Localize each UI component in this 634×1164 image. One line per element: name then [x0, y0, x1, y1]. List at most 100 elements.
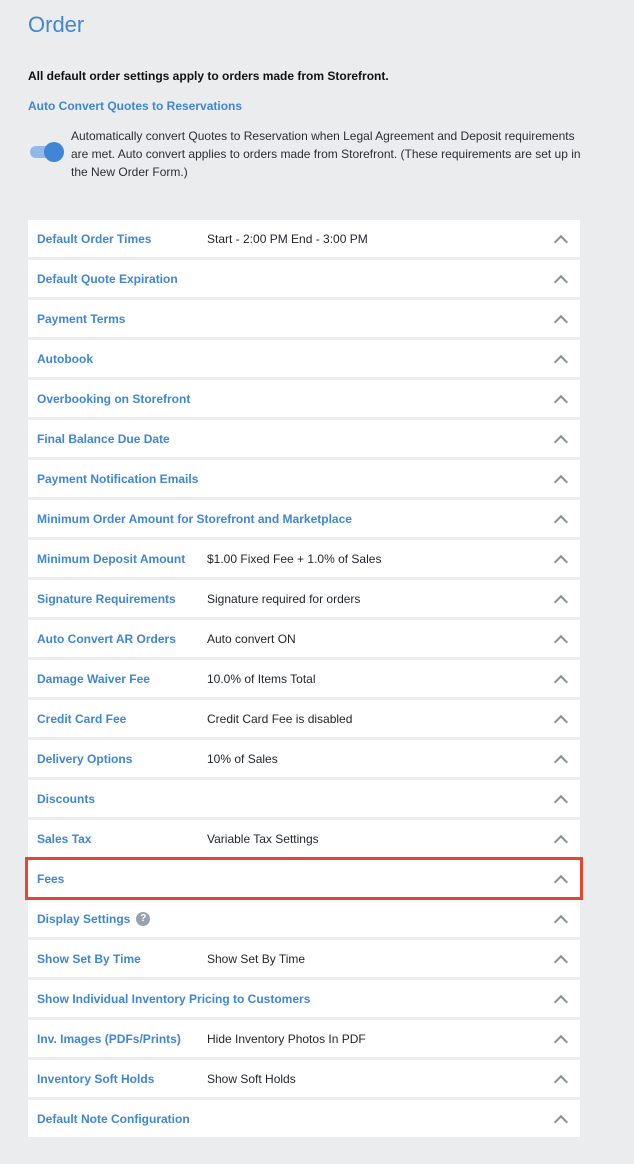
- setting-label-text: Autobook: [37, 351, 93, 366]
- intro-text: All default order settings apply to orde…: [28, 69, 389, 83]
- setting-label-text: Fees: [37, 871, 65, 886]
- setting-label: Auto Convert AR Orders: [37, 632, 176, 646]
- chevron-up-icon[interactable]: [553, 954, 569, 969]
- setting-label: Show Individual Inventory Pricing to Cus…: [37, 992, 310, 1006]
- chevron-up-icon[interactable]: [553, 634, 569, 649]
- chevron-up-icon[interactable]: [553, 554, 569, 569]
- setting-label-text: Default Order Times: [37, 231, 152, 246]
- setting-row[interactable]: Default Order Times Start - 2:00 PM End -…: [28, 220, 580, 257]
- chevron-up-icon[interactable]: [553, 394, 569, 409]
- setting-label-text: Discounts: [37, 791, 96, 806]
- setting-label: Signature Requirements: [37, 592, 176, 606]
- auto-convert-description: Automatically convert Quotes to Reservat…: [71, 129, 581, 179]
- setting-row[interactable]: Credit Card Fee Credit Card Fee is disabl…: [28, 700, 580, 737]
- chevron-up-icon[interactable]: [553, 474, 569, 489]
- chevron-up-icon[interactable]: [553, 354, 569, 369]
- setting-label: Inv. Images (PDFs/Prints): [37, 1032, 181, 1046]
- setting-label: Default Note Configuration: [37, 1112, 190, 1126]
- setting-row[interactable]: Minimum Deposit Amount $1.00 Fixed Fee + …: [28, 540, 580, 577]
- help-icon[interactable]: ?: [136, 911, 151, 926]
- toggle-knob: [44, 142, 64, 162]
- chevron-up-icon[interactable]: [553, 234, 569, 249]
- chevron-up-icon[interactable]: [553, 434, 569, 449]
- setting-row[interactable]: Delivery Options 10% of Sales: [28, 740, 580, 777]
- setting-label: Final Balance Due Date: [37, 432, 170, 446]
- chevron-up-icon[interactable]: [553, 594, 569, 609]
- setting-row[interactable]: Discounts: [28, 780, 580, 817]
- setting-row[interactable]: Inventory Soft Holds Show Soft Holds: [28, 1060, 580, 1097]
- setting-label: Delivery Options: [37, 752, 132, 766]
- setting-label: Autobook: [37, 352, 93, 366]
- chevron-up-icon[interactable]: [553, 1114, 569, 1129]
- setting-row[interactable]: Sales Tax Variable Tax Settings: [28, 820, 580, 857]
- setting-label: Credit Card Fee: [37, 712, 126, 726]
- setting-label: Damage Waiver Fee: [37, 672, 150, 686]
- setting-label: Display Settings?: [37, 911, 151, 926]
- chevron-up-icon[interactable]: [553, 754, 569, 769]
- chevron-up-icon[interactable]: [553, 274, 569, 289]
- setting-row[interactable]: Show Individual Inventory Pricing to Cus…: [28, 980, 580, 1017]
- setting-label-text: Damage Waiver Fee: [37, 671, 150, 686]
- setting-value: 10% of Sales: [207, 751, 278, 766]
- setting-row[interactable]: Payment Notification Emails: [28, 460, 580, 497]
- chevron-up-icon[interactable]: [553, 794, 569, 809]
- setting-label: Payment Terms: [37, 312, 125, 326]
- chevron-up-icon[interactable]: [553, 714, 569, 729]
- setting-row[interactable]: Default Quote Expiration: [28, 260, 580, 297]
- setting-label: Inventory Soft Holds: [37, 1072, 154, 1086]
- setting-label-text: Final Balance Due Date: [37, 431, 170, 446]
- setting-value: Show Set By Time: [207, 951, 306, 966]
- setting-row[interactable]: Default Note Configuration: [28, 1100, 580, 1137]
- setting-label-text: Show Set By Time: [37, 951, 141, 966]
- setting-row[interactable]: Payment Terms: [28, 300, 580, 337]
- chevron-up-icon[interactable]: [553, 1074, 569, 1089]
- chevron-up-icon[interactable]: [553, 1034, 569, 1049]
- chevron-up-icon[interactable]: [553, 314, 569, 329]
- setting-label: Default Order Times: [37, 232, 151, 246]
- setting-label-text: Signature Requirements: [37, 591, 176, 606]
- setting-row[interactable]: Overbooking on Storefront: [28, 380, 580, 417]
- setting-label: Minimum Order Amount for Storefront and …: [37, 512, 352, 526]
- setting-value: Show Soft Holds: [207, 1071, 296, 1086]
- setting-label-text: Overbooking on Storefront: [37, 391, 191, 406]
- setting-row[interactable]: Show Set By Time Show Set By Time: [28, 940, 580, 977]
- chevron-up-icon[interactable]: [553, 514, 569, 529]
- setting-label: Sales Tax: [37, 832, 91, 846]
- auto-convert-toggle[interactable]: [30, 142, 64, 162]
- setting-value: Start - 2:00 PM End - 3:00 PM: [207, 231, 368, 246]
- setting-row[interactable]: Autobook: [28, 340, 580, 377]
- setting-value: 10.0% of Items Total: [207, 671, 316, 686]
- setting-label-text: Auto Convert AR Orders: [37, 631, 176, 646]
- setting-label-text: Inventory Soft Holds: [37, 1071, 155, 1086]
- setting-value: Hide Inventory Photos In PDF: [207, 1031, 366, 1046]
- chevron-up-icon[interactable]: [553, 674, 569, 689]
- setting-row[interactable]: Auto Convert AR Orders Auto convert ON: [28, 620, 580, 657]
- setting-row[interactable]: Damage Waiver Fee 10.0% of Items Total: [28, 660, 580, 697]
- chevron-up-icon[interactable]: [553, 834, 569, 849]
- setting-row[interactable]: Display Settings?: [28, 900, 580, 937]
- setting-value: Signature required for orders: [207, 591, 361, 606]
- setting-label: Overbooking on Storefront: [37, 392, 190, 406]
- setting-value: Auto convert ON: [207, 631, 296, 646]
- setting-row[interactable]: Final Balance Due Date: [28, 420, 580, 457]
- setting-label-text: Minimum Deposit Amount: [37, 551, 186, 566]
- setting-value: $1.00 Fixed Fee + 1.0% of Sales: [207, 551, 382, 566]
- setting-label-text: Payment Notification Emails: [37, 471, 199, 486]
- setting-row[interactable]: Fees: [25, 857, 583, 900]
- auto-convert-title: Auto Convert Quotes to Reservations: [28, 99, 243, 113]
- chevron-up-icon[interactable]: [553, 874, 569, 889]
- setting-label-text: Sales Tax: [37, 831, 92, 846]
- setting-label-text: Display Settings: [37, 911, 131, 926]
- chevron-up-icon[interactable]: [553, 914, 569, 929]
- setting-row[interactable]: Minimum Order Amount for Storefront and …: [28, 500, 580, 537]
- setting-label-text: Default Note Configuration: [37, 1111, 190, 1126]
- settings-list: Default Order Times Start - 2:00 PM End -…: [25, 220, 583, 1140]
- setting-value: Variable Tax Settings: [207, 831, 319, 846]
- setting-label: Show Set By Time: [37, 952, 141, 966]
- setting-label-text: Delivery Options: [37, 751, 133, 766]
- setting-row[interactable]: Inv. Images (PDFs/Prints) Hide Inventory …: [28, 1020, 580, 1057]
- chevron-up-icon[interactable]: [553, 994, 569, 1009]
- setting-label: Fees: [37, 872, 64, 886]
- setting-label-text: Inv. Images (PDFs/Prints): [37, 1031, 181, 1046]
- setting-row[interactable]: Signature Requirements Signature required…: [28, 580, 580, 617]
